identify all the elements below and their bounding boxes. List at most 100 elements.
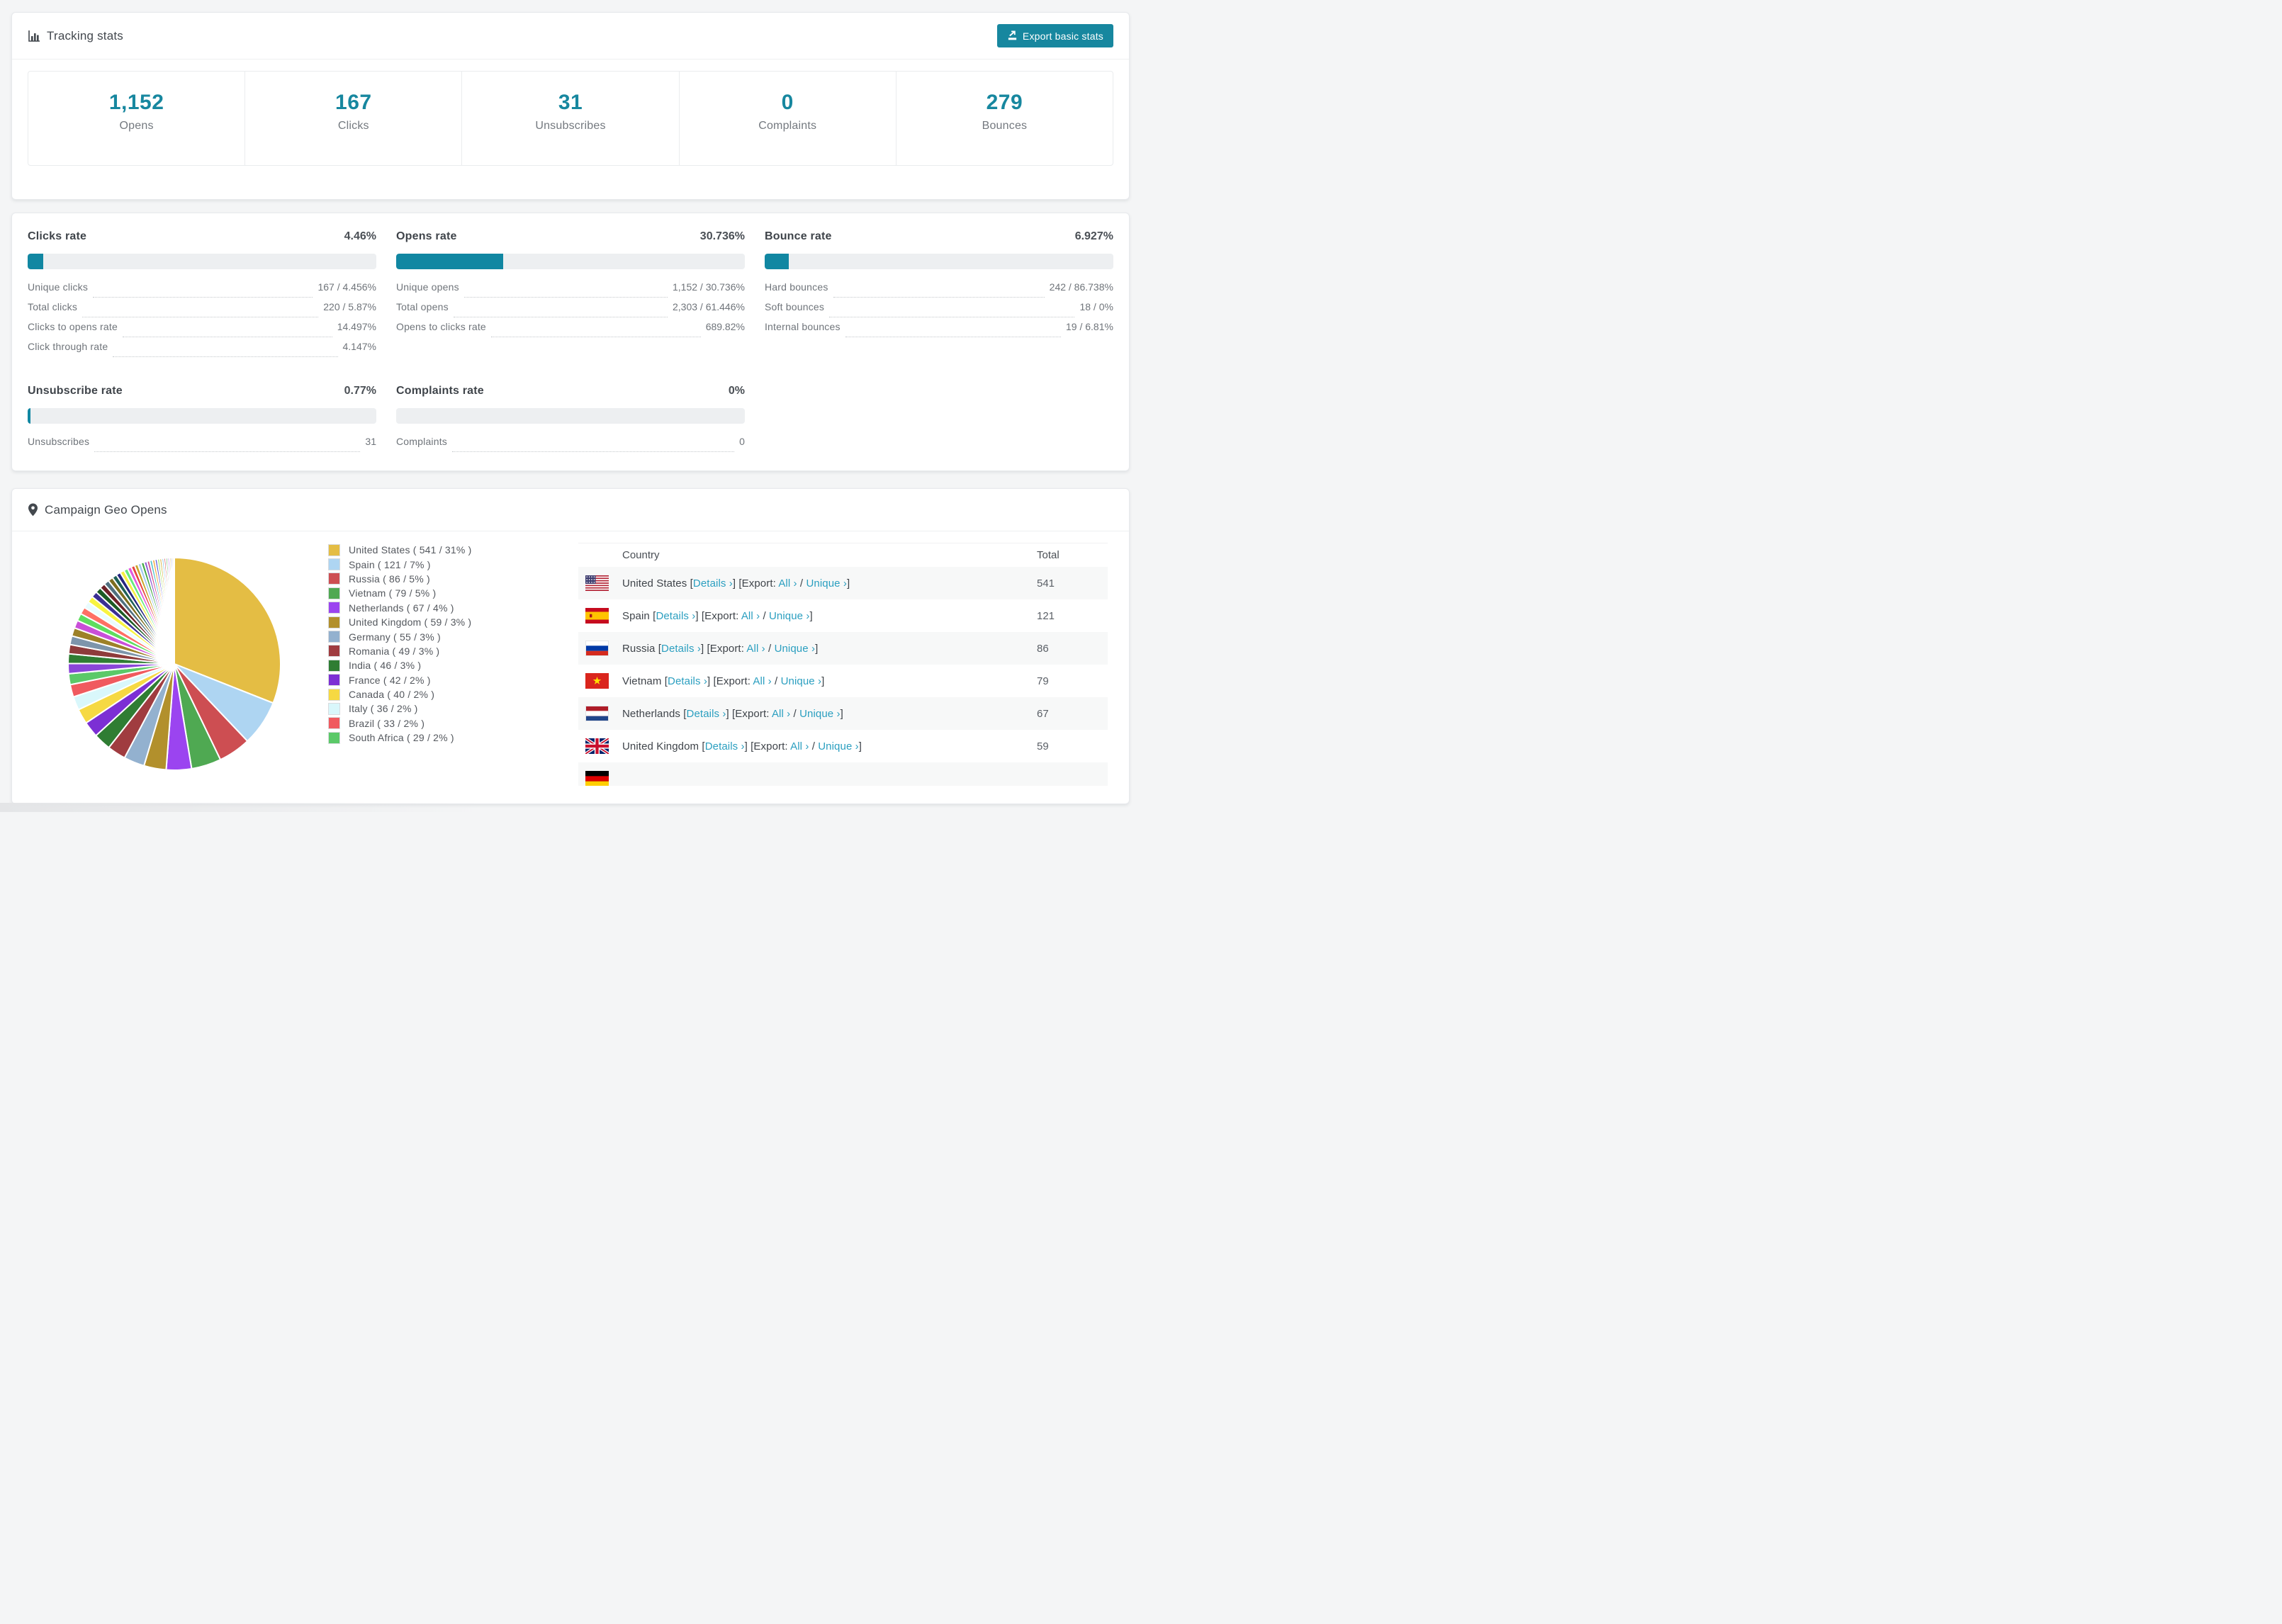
legend-swatch xyxy=(328,602,340,614)
rate-block: Clicks rate 4.46% Unique clicks 167 / 4.… xyxy=(28,230,376,361)
legend-item[interactable]: South Africa ( 29 / 2% ) xyxy=(328,731,472,745)
flag-cell xyxy=(578,706,622,721)
stat-box: 279 Bounces xyxy=(896,72,1113,165)
stat-label: Unsubscribes xyxy=(535,120,606,132)
rate-row-value: 1,152 / 30.736% xyxy=(672,281,745,293)
legend-item[interactable]: Brazil ( 33 / 2% ) xyxy=(328,716,472,731)
legend-label: Spain ( 121 / 7% ) xyxy=(349,558,431,570)
legend-item[interactable]: United Kingdom ( 59 / 3% ) xyxy=(328,615,472,629)
bar-chart-icon xyxy=(28,30,40,43)
flag-cell xyxy=(578,608,622,624)
legend-item[interactable]: Germany ( 55 / 3% ) xyxy=(328,629,472,643)
legend-item[interactable]: France ( 42 / 2% ) xyxy=(328,673,472,687)
legend-swatch xyxy=(328,573,340,585)
flag-cell xyxy=(578,575,622,591)
legend-item[interactable]: Canada ( 40 / 2% ) xyxy=(328,687,472,701)
legend-swatch xyxy=(328,587,340,599)
export-all-link[interactable]: All › xyxy=(753,675,771,687)
rate-value: 4.46% xyxy=(344,230,376,242)
rate-row-label: Internal bounces xyxy=(764,321,841,332)
export-basic-stats-button[interactable]: Export basic stats xyxy=(996,24,1113,47)
legend-swatch xyxy=(328,688,340,701)
column-header-country: Country xyxy=(622,549,660,561)
geo-opens-pie-chart[interactable] xyxy=(64,554,284,774)
table-body: United States [Details ›] [Export: All ›… xyxy=(578,567,1108,786)
progress-fill xyxy=(395,254,504,269)
rate-value: 30.736% xyxy=(699,230,745,242)
total-cell: 59 xyxy=(1037,740,1049,752)
legend-item[interactable]: United States ( 541 / 31% ) xyxy=(328,543,472,557)
rate-title: Bounce rate xyxy=(764,230,832,242)
legend-item[interactable]: Vietnam ( 79 / 5% ) xyxy=(328,586,472,600)
total-cell: 541 xyxy=(1037,577,1055,590)
export-all-link[interactable]: All › xyxy=(778,577,797,590)
legend-label: Netherlands ( 67 / 4% ) xyxy=(349,602,454,614)
total-cell: 121 xyxy=(1037,609,1055,622)
total-cell: 86 xyxy=(1037,642,1049,655)
export-all-link[interactable]: All › xyxy=(746,643,765,655)
flag-gb-icon xyxy=(585,738,609,754)
legend-label: France ( 42 / 2% ) xyxy=(349,674,431,686)
legend-item[interactable]: Russia ( 86 / 5% ) xyxy=(328,572,472,586)
legend-label: South Africa ( 29 / 2% ) xyxy=(349,732,454,744)
rate-rows: Hard bounces 242 / 86.738% Soft bounces … xyxy=(765,281,1113,341)
stat-value: 1,152 xyxy=(108,91,164,114)
export-all-link[interactable]: All › xyxy=(741,610,760,622)
export-unique-link[interactable]: Unique › xyxy=(769,610,810,622)
stat-value: 31 xyxy=(558,91,583,114)
rate-rows: Unique clicks 167 / 4.456% Total clicks … xyxy=(28,281,376,361)
dotted-leader xyxy=(463,297,668,298)
rate-row: Unsubscribes 31 xyxy=(28,436,376,456)
flag-cell xyxy=(578,673,622,689)
legend-label: India ( 46 / 3% ) xyxy=(349,660,422,672)
legend-item[interactable]: Netherlands ( 67 / 4% ) xyxy=(328,601,472,615)
stat-box: 167 Clicks xyxy=(245,72,463,165)
export-unique-link[interactable]: Unique › xyxy=(781,675,822,687)
export-unique-link[interactable]: Unique › xyxy=(806,577,847,590)
table-row: Spain [Details ›] [Export: All › / Uniqu… xyxy=(578,599,1108,632)
legend-swatch xyxy=(328,631,340,643)
country-name: Netherlands xyxy=(622,707,680,720)
stat-value: 0 xyxy=(781,91,794,114)
details-link[interactable]: Details › xyxy=(661,643,701,655)
legend-swatch xyxy=(328,702,340,715)
details-link[interactable]: Details › xyxy=(693,577,733,590)
details-link[interactable]: Details › xyxy=(668,675,707,687)
legend-label: Russia ( 86 / 5% ) xyxy=(349,573,430,585)
export-unique-link[interactable]: Unique › xyxy=(775,643,816,655)
table-row: Netherlands [Details ›] [Export: All › /… xyxy=(578,697,1108,730)
export-all-link[interactable]: All › xyxy=(790,740,809,752)
legend-label: Germany ( 55 / 3% ) xyxy=(349,631,441,643)
flag-us-icon xyxy=(585,575,609,591)
legend-swatch xyxy=(328,674,340,687)
export-unique-link[interactable]: Unique › xyxy=(818,740,859,752)
legend-item[interactable]: Romania ( 49 / 3% ) xyxy=(328,644,472,658)
dotted-leader xyxy=(113,356,338,357)
pie-legend: United States ( 541 / 31% ) Spain ( 121 … xyxy=(328,543,472,745)
legend-item[interactable]: Italy ( 36 / 2% ) xyxy=(328,701,472,716)
export-all-link[interactable]: All › xyxy=(772,708,790,720)
flag-cell xyxy=(578,771,622,786)
legend-item[interactable]: India ( 46 / 3% ) xyxy=(328,658,472,672)
legend-item[interactable]: Spain ( 121 / 7% ) xyxy=(328,557,472,571)
geo-title: Campaign Geo Opens xyxy=(45,502,167,517)
details-link[interactable]: Details › xyxy=(687,708,726,720)
details-link[interactable]: Details › xyxy=(656,610,695,622)
export-icon xyxy=(1008,30,1017,40)
rate-value: 0% xyxy=(728,385,745,397)
geo-opens-card: Campaign Geo Opens United States ( 541 /… xyxy=(11,488,1130,804)
rate-row-label: Unique clicks xyxy=(28,281,89,293)
progress-bar xyxy=(764,254,1113,269)
legend-label: Romania ( 49 / 3% ) xyxy=(349,645,440,657)
bottom-page-shade xyxy=(0,803,482,812)
rate-title: Clicks rate xyxy=(28,230,87,242)
export-unique-link[interactable]: Unique › xyxy=(799,708,841,720)
details-link[interactable]: Details › xyxy=(705,740,745,752)
rate-row-label: Click through rate xyxy=(28,341,108,352)
legend-label: United Kingdom ( 59 / 3% ) xyxy=(349,616,472,628)
dotted-leader xyxy=(94,451,361,452)
rate-row-label: Opens to clicks rate xyxy=(395,321,486,332)
rate-row: Total opens 2,303 / 61.446% xyxy=(396,301,745,321)
rate-value: 0.77% xyxy=(344,385,376,397)
stat-label: Bounces xyxy=(982,120,1028,132)
